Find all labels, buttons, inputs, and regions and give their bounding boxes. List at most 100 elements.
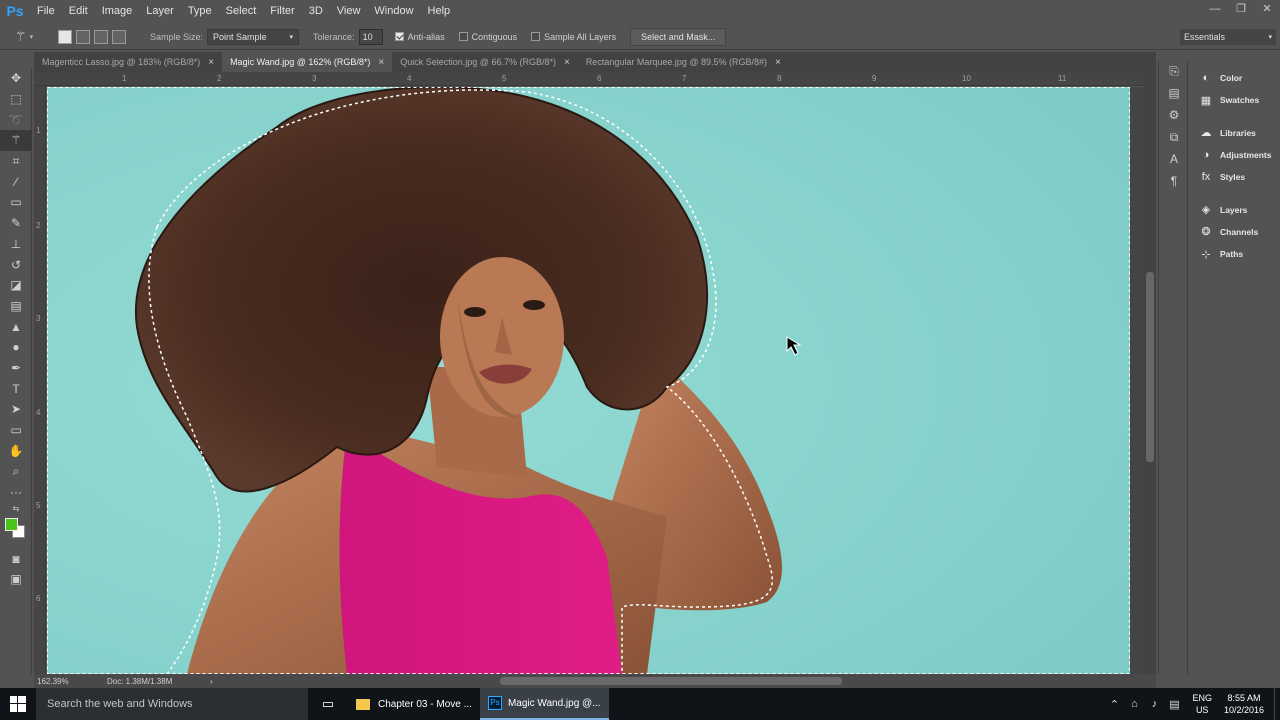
select-and-mask-button[interactable]: Select and Mask... — [630, 27, 727, 46]
quick-mask-icon[interactable]: ◙ — [0, 548, 32, 569]
more-tools-icon[interactable]: ··· — [0, 482, 32, 503]
panel-swatches[interactable]: ▦ Swatches — [1189, 89, 1280, 111]
eyedropper-tool-icon[interactable]: ⁄ — [0, 171, 32, 192]
network-icon[interactable]: ⌂ — [1124, 698, 1144, 710]
horizontal-scroll-thumb[interactable] — [500, 677, 842, 685]
restore-icon[interactable]: ❐ — [1228, 0, 1254, 18]
panel-styles[interactable]: fx Styles — [1189, 166, 1280, 188]
properties-icon[interactable]: ▤ — [1159, 82, 1189, 104]
add-selection-icon[interactable] — [76, 29, 90, 44]
screen-mode-icon[interactable]: ▣ — [0, 569, 32, 590]
panel-channels[interactable]: ❂ Channels — [1189, 221, 1280, 243]
history-icon[interactable]: ⎘ — [1159, 60, 1189, 82]
menu-file[interactable]: File — [30, 5, 62, 17]
menu-image[interactable]: Image — [95, 5, 140, 17]
taskbar-app-explorer[interactable]: Chapter 03 - Move ... — [348, 688, 480, 720]
magic-wand-tool-icon[interactable]: ⚚ — [0, 130, 32, 151]
close-icon[interactable]: × — [378, 57, 384, 68]
new-selection-icon[interactable] — [58, 29, 72, 44]
rectangle-tool-icon[interactable]: ▭ — [0, 420, 32, 441]
lasso-tool-icon[interactable]: ➰ — [0, 109, 32, 130]
intersect-selection-icon[interactable] — [112, 29, 126, 44]
action-center-icon[interactable]: ▤ — [1164, 698, 1184, 711]
sample-all-layers-checkbox[interactable]: Sample All Layers — [531, 32, 616, 42]
chevron-up-icon[interactable]: ⌃ — [1104, 698, 1124, 711]
brush-tool-icon[interactable]: ✎ — [0, 213, 32, 234]
contiguous-checkbox[interactable]: Contiguous — [458, 32, 517, 42]
selection-mode-group — [58, 29, 130, 44]
menu-view[interactable]: View — [330, 5, 368, 17]
menu-help[interactable]: Help — [421, 5, 458, 17]
left-eye — [464, 307, 486, 317]
task-view-icon[interactable]: ▭ — [308, 696, 348, 712]
tool-preset-picker[interactable]: ⚚ ▾ — [0, 29, 48, 45]
volume-icon[interactable]: ♪ — [1144, 698, 1164, 710]
menu-edit[interactable]: Edit — [62, 5, 95, 17]
close-icon[interactable]: ✕ — [1254, 0, 1280, 18]
menu-3d[interactable]: 3D — [302, 5, 330, 17]
tab-quick-selection[interactable]: Quick Selection.jpg @ 66.7% (RGB/8*) × — [392, 52, 578, 72]
language-indicator[interactable]: ENG US — [1192, 692, 1212, 716]
tab-rectangular-marquee[interactable]: Rectangular Marquee.jpg @ 89.5% (RGB/8#)… — [578, 52, 789, 72]
healing-brush-tool-icon[interactable]: ▭ — [0, 192, 32, 213]
show-desktop-button[interactable] — [1274, 688, 1280, 720]
gradient-tool-icon[interactable]: ▤ — [0, 296, 32, 317]
lang-bottom: US — [1195, 705, 1209, 715]
blur-tool-icon[interactable]: ▲ — [0, 316, 32, 337]
dodge-tool-icon[interactable]: ● — [0, 337, 32, 358]
document-tab-bar: Magenticc Lasso.jpg @ 183% (RGB/8*) × Ma… — [34, 52, 1156, 72]
zoom-tool-icon[interactable]: ⌕ — [0, 461, 32, 482]
minimize-icon[interactable]: — — [1202, 0, 1228, 18]
swap-colors-icon[interactable]: ⇆ — [0, 502, 32, 514]
close-icon[interactable]: × — [564, 57, 570, 68]
tolerance-input[interactable]: 10 — [358, 28, 383, 45]
path-selection-tool-icon[interactable]: ➤ — [0, 399, 32, 420]
foreground-color-swatch[interactable] — [5, 518, 18, 532]
taskbar-search[interactable]: Search the web and Windows — [36, 688, 308, 720]
menu-window[interactable]: Window — [367, 5, 420, 17]
paragraph-icon[interactable]: ¶ — [1159, 170, 1189, 192]
crop-tool-icon[interactable]: ⌗ — [0, 151, 32, 172]
panel-paths[interactable]: ⊹ Paths — [1189, 243, 1280, 265]
brush-settings-icon[interactable]: ⚙ — [1159, 104, 1189, 126]
status-menu-arrow[interactable]: › — [210, 677, 224, 686]
subtract-selection-icon[interactable] — [94, 29, 108, 44]
menu-layer[interactable]: Layer — [139, 5, 181, 17]
panel-libraries[interactable]: ☁ Libraries — [1189, 122, 1280, 144]
ruler-tick: 11 — [1058, 74, 1067, 83]
type-tool-icon[interactable]: T — [0, 378, 32, 399]
layers-icon: ◈ — [1201, 204, 1211, 217]
move-tool-icon[interactable]: ✥ — [0, 68, 32, 89]
zoom-level[interactable]: 162.39% — [37, 677, 107, 686]
panel-layers[interactable]: ◈ Layers — [1189, 198, 1280, 220]
tab-magnetic-lasso[interactable]: Magenticc Lasso.jpg @ 183% (RGB/8*) × — [34, 52, 222, 72]
anti-alias-checkbox[interactable]: Anti-alias — [394, 32, 445, 42]
hand-tool-icon[interactable]: ✋ — [0, 440, 32, 461]
close-icon[interactable]: × — [208, 57, 214, 68]
clone-source-icon[interactable]: ⧉ — [1159, 126, 1189, 148]
menu-type[interactable]: Type — [181, 5, 219, 17]
eraser-tool-icon[interactable]: ◪ — [0, 275, 32, 296]
tab-magic-wand[interactable]: Magic Wand.jpg @ 162% (RGB/8*) × — [222, 52, 393, 72]
paths-icon: ⊹ — [1201, 248, 1211, 261]
clone-stamp-tool-icon[interactable]: ⊥ — [0, 234, 32, 255]
marquee-tool-icon[interactable]: ⬚ — [0, 89, 32, 110]
panel-adjustments[interactable]: ◑ Adjustments — [1189, 144, 1280, 166]
clock[interactable]: 8:55 AM 10/2/2016 — [1224, 692, 1264, 716]
close-icon[interactable]: × — [775, 57, 781, 68]
history-brush-tool-icon[interactable]: ↺ — [0, 254, 32, 275]
menu-filter[interactable]: Filter — [263, 5, 301, 17]
menu-select[interactable]: Select — [219, 5, 264, 17]
sample-size-select[interactable]: Point Sample ▾ — [207, 28, 300, 45]
character-icon[interactable]: A — [1159, 148, 1189, 170]
workspace-switcher[interactable]: Essentials ▾ — [1180, 29, 1276, 45]
start-button[interactable] — [0, 688, 36, 720]
panel-color[interactable]: ◐ Color — [1189, 67, 1280, 89]
tab-label: Rectangular Marquee.jpg @ 89.5% (RGB/8#) — [585, 57, 768, 67]
pen-tool-icon[interactable]: ✒ — [0, 358, 32, 379]
panel-label: Styles — [1220, 172, 1246, 183]
taskbar-app-photoshop[interactable]: Ps Magic Wand.jpg @... — [479, 688, 609, 720]
document-canvas[interactable] — [47, 87, 1130, 674]
panel-label: Color — [1220, 73, 1243, 84]
vertical-scroll-thumb[interactable] — [1146, 272, 1154, 462]
